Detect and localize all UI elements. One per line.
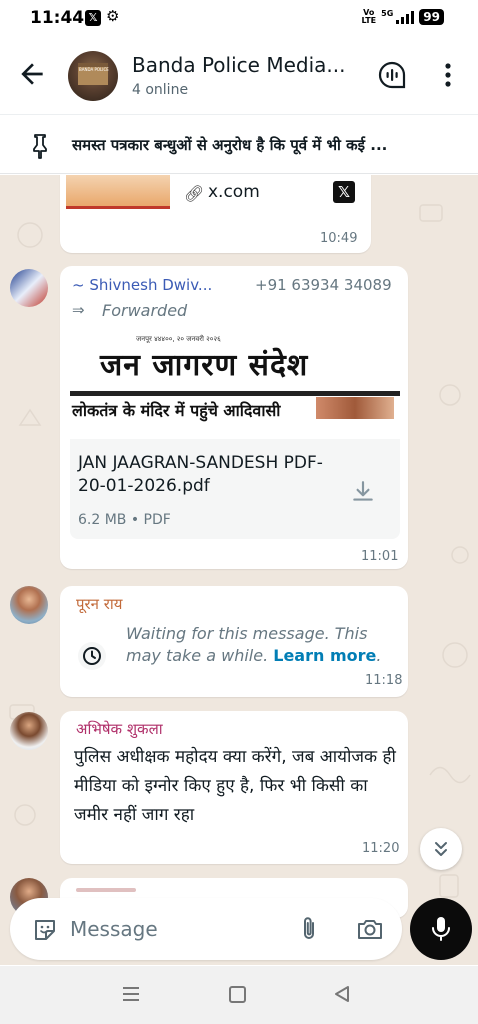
recent-apps-icon[interactable]	[121, 986, 141, 1002]
link-domain[interactable]: x.com	[208, 182, 260, 202]
chat-header: BANDA POLICE Banda Police Media... 4 onl…	[0, 36, 478, 112]
forwarded-icon: ⇒	[72, 301, 85, 319]
message-input-bar	[10, 898, 402, 960]
voice-record-button[interactable]	[410, 898, 472, 960]
scroll-to-bottom-button[interactable]	[420, 828, 462, 870]
online-count: 4 online	[132, 82, 189, 98]
link-icon: 🔗︎	[184, 184, 205, 203]
document-preview[interactable]: जनपूर ४४४००, २० जनवरी २०२६ जन जागरण संदे…	[70, 329, 400, 439]
network-type: 5G	[381, 8, 394, 18]
text-message-bubble[interactable]: अभिषेक शुकला पुलिस अधीक्षक महोदय क्या कर…	[60, 711, 408, 864]
message-time: 11:18	[365, 673, 403, 688]
x-logo-icon: 𝕏	[333, 181, 355, 203]
status-indicators: Vo LTE 5G 99	[361, 9, 444, 25]
pinned-message-banner[interactable]: समस्त पत्रकार बन्धुओं से अनुरोध है कि पू…	[0, 114, 478, 174]
waiting-text: Waiting for this message. This may take …	[126, 624, 382, 665]
sender-name-peek	[76, 888, 136, 892]
sender-name[interactable]: पूरन राय	[76, 594, 122, 614]
sender-avatar[interactable]	[10, 269, 48, 307]
settings-notification-icon: ⚙	[106, 7, 120, 25]
more-options-icon[interactable]	[436, 60, 460, 90]
learn-more-link[interactable]: Learn more	[273, 646, 376, 665]
message-text: पुलिस अधीक्षक महोदय क्या करेंगे, जब आयोज…	[74, 747, 396, 825]
system-navigation-bar	[0, 966, 478, 1024]
signal-icon	[396, 10, 415, 24]
battery-indicator: 99	[419, 9, 444, 25]
sender-phone: +91 63934 34089	[255, 276, 392, 294]
document-filename: JAN JAAGRAN-SANDESH PDF-20-01-2026.pdf	[78, 453, 323, 496]
voice-chat-icon[interactable]	[377, 60, 407, 90]
sender-avatar[interactable]	[10, 712, 48, 750]
group-title[interactable]: Banda Police Media...	[132, 53, 345, 77]
waiting-message-bubble[interactable]: पूरन राय Waiting for this message. This …	[60, 586, 408, 697]
newspaper-rule	[70, 391, 400, 396]
pin-icon	[33, 134, 47, 159]
home-icon[interactable]	[229, 986, 246, 1003]
newspaper-headline: लोकतंत्र के मंदिर में पहुंचे आदिवासी	[72, 401, 281, 420]
link-message-bubble[interactable]: 🔗︎ x.com 𝕏 10:49	[60, 175, 371, 253]
clock-icon	[78, 642, 106, 670]
x-notification-icon: 𝕏	[85, 10, 101, 26]
download-icon[interactable]	[350, 479, 376, 505]
volte-indicator: Vo LTE	[361, 8, 377, 25]
microphone-icon	[432, 917, 450, 941]
chat-area[interactable]: 🔗︎ x.com 𝕏 10:49 ~ Shivnesh Dwiv... +91 …	[0, 175, 478, 965]
sticker-icon[interactable]	[32, 917, 58, 943]
message-time: 11:01	[361, 549, 399, 564]
back-arrow-icon[interactable]	[16, 58, 48, 90]
attach-icon[interactable]	[296, 915, 322, 943]
status-bar: 11:44 𝕏 ⚙ Vo LTE 5G 99	[0, 0, 478, 36]
message-input[interactable]	[70, 910, 280, 948]
group-avatar[interactable]: BANDA POLICE	[68, 51, 118, 101]
message-time: 11:20	[362, 841, 400, 856]
sender-avatar[interactable]	[10, 586, 48, 624]
newspaper-title: जन जागरण संदेश	[100, 348, 309, 383]
back-triangle-icon[interactable]	[333, 985, 351, 1003]
pinned-text: समस्त पत्रकार बन्धुओं से अनुरोध है कि पू…	[72, 136, 388, 154]
link-preview-thumbnail	[66, 175, 170, 209]
camera-icon[interactable]	[356, 915, 384, 943]
sender-name[interactable]: ~ Shivnesh Dwiv...	[72, 276, 212, 294]
forwarded-label: Forwarded	[102, 301, 188, 320]
double-chevron-down-icon	[435, 842, 447, 856]
document-meta: 6.2 MB • PDF	[78, 512, 171, 528]
message-time: 10:49	[320, 231, 358, 246]
newspaper-photo	[316, 397, 394, 419]
status-time: 11:44	[30, 8, 85, 28]
sender-name[interactable]: अभिषेक शुकला	[76, 719, 163, 739]
document-card[interactable]: JAN JAAGRAN-SANDESH PDF-20-01-2026.pdf 6…	[70, 439, 400, 539]
